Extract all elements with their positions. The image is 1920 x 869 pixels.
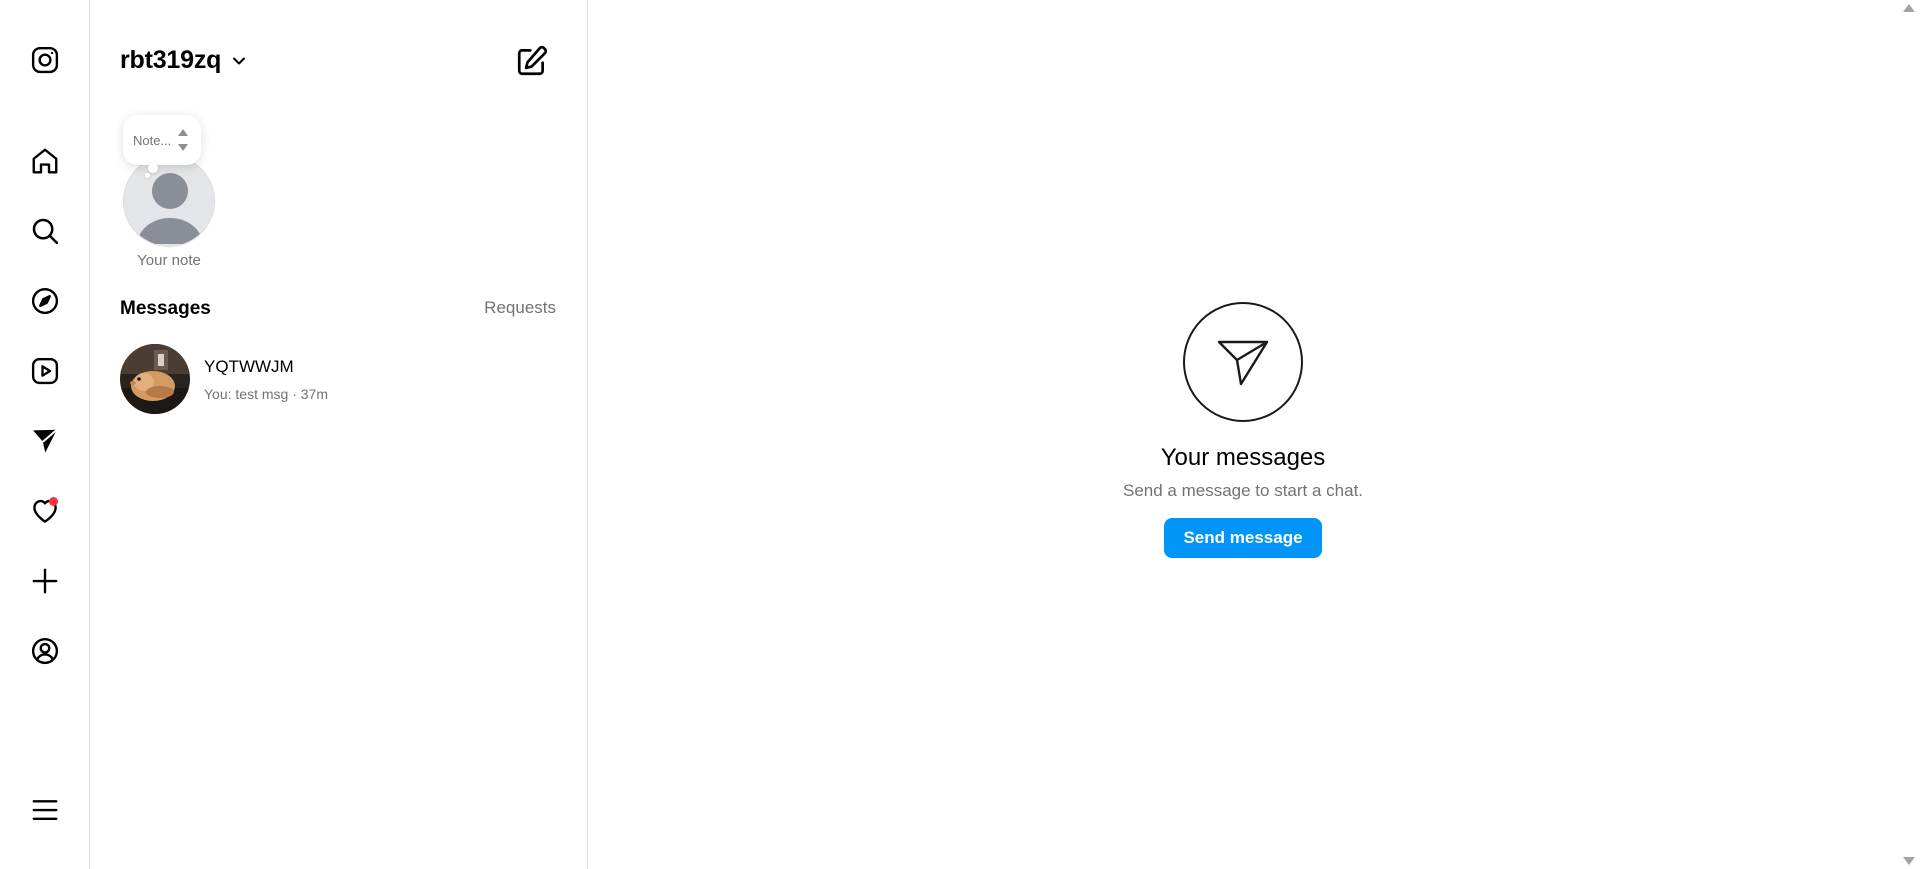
nav-rail: [0, 0, 90, 869]
conversation-item[interactable]: YQTWWJM You: test msg · 37m: [120, 343, 560, 415]
empty-state: Your messages Send a message to start a …: [589, 302, 1897, 558]
conversation-avatar: [120, 344, 190, 414]
empty-state-title: Your messages: [1160, 444, 1326, 471]
scrollbar[interactable]: [1897, 0, 1920, 869]
note-bubble-tail-small: [145, 173, 150, 178]
instagram-logo-icon[interactable]: [25, 40, 65, 80]
hamster-photo-icon: [120, 344, 190, 414]
note-label: Your note: [137, 252, 201, 269]
note-bubble-tail: [148, 163, 158, 173]
scroll-down-arrow-icon[interactable]: [1903, 857, 1915, 865]
inbox-panel: rbt319zq Note... Your note Messages Requ…: [91, 0, 588, 869]
messages-circle: [1183, 302, 1303, 422]
home-icon[interactable]: [25, 141, 65, 181]
requests-link[interactable]: Requests: [484, 298, 556, 318]
main-content: Your messages Send a message to start a …: [589, 0, 1897, 869]
profile-icon[interactable]: [25, 631, 65, 671]
conversation-name: YQTWWJM: [204, 356, 294, 376]
notification-dot: [49, 497, 58, 506]
messages-title: Messages: [120, 298, 211, 319]
messages-icon[interactable]: [25, 421, 65, 461]
empty-state-subtitle: Send a message to start a chat.: [1122, 481, 1364, 500]
compass-icon[interactable]: [25, 281, 65, 321]
heart-icon[interactable]: [25, 491, 65, 531]
search-icon[interactable]: [25, 211, 65, 251]
compose-icon[interactable]: [515, 44, 549, 78]
menu-icon[interactable]: [25, 790, 65, 830]
note-bubble[interactable]: Note...: [123, 115, 201, 165]
avatar[interactable]: [123, 155, 215, 247]
paper-plane-icon: [1217, 340, 1269, 386]
conversation-text: YQTWWJM You: test msg · 37m: [204, 357, 328, 402]
create-icon[interactable]: [25, 561, 65, 601]
account-switcher[interactable]: rbt319zq: [120, 46, 247, 75]
default-avatar-icon: [124, 156, 214, 246]
send-message-button[interactable]: Send message: [1164, 518, 1322, 558]
note-placeholder: Note...: [133, 132, 172, 148]
chevron-down-icon: [233, 57, 246, 64]
conversation-preview: You: test msg · 37m: [204, 385, 328, 402]
note-stepper-icon[interactable]: [177, 125, 189, 155]
scroll-up-arrow-icon[interactable]: [1903, 4, 1915, 12]
username: rbt319zq: [120, 46, 222, 74]
reels-icon[interactable]: [25, 351, 65, 391]
